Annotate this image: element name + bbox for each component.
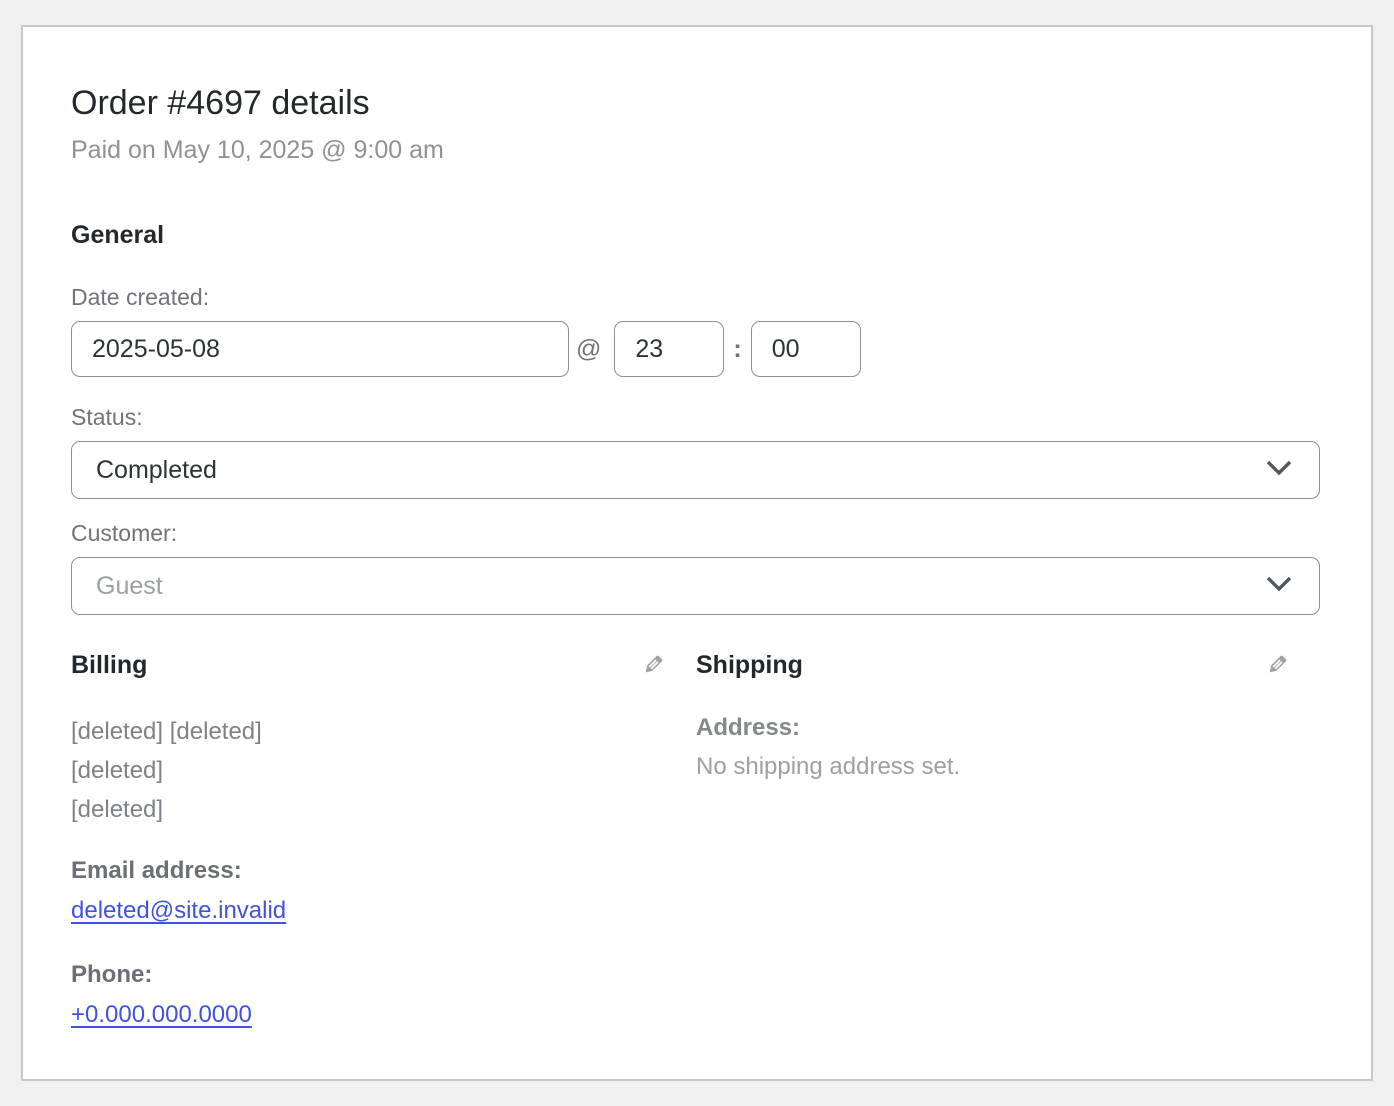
billing-edit-button[interactable] (639, 650, 669, 680)
customer-select-value: Guest (96, 572, 163, 601)
date-created-input[interactable] (71, 321, 569, 377)
date-created-label: Date created: (71, 283, 1323, 311)
minute-input[interactable] (751, 321, 861, 377)
billing-address-line: [deleted] [deleted] (71, 712, 669, 751)
general-section-heading: General (71, 220, 1323, 251)
shipping-edit-button[interactable] (1263, 650, 1293, 680)
colon-separator: : (733, 335, 741, 364)
status-select-value: Completed (96, 456, 217, 485)
page-title: Order #4697 details (71, 83, 1323, 124)
phone-label: Phone: (71, 961, 669, 989)
chevron-down-icon (1265, 575, 1293, 597)
shipping-address-label: Address: (696, 714, 1293, 742)
chevron-down-icon (1265, 459, 1293, 481)
billing-address: [deleted] [deleted] [deleted] [deleted] (71, 712, 669, 829)
order-details-panel: Order #4697 details Paid on May 10, 2025… (21, 25, 1373, 1081)
date-created-row: @ : (71, 321, 1323, 377)
status-label: Status: (71, 403, 1323, 431)
billing-address-line: [deleted] (71, 751, 669, 790)
billing-header: Billing (71, 649, 669, 681)
hour-input[interactable] (614, 321, 724, 377)
billing-column: Billing [deleted] [deleted] [deleted] [d… (71, 649, 669, 1029)
shipping-heading: Shipping (696, 649, 803, 681)
status-select[interactable]: Completed (71, 441, 1320, 499)
shipping-address-value: No shipping address set. (696, 753, 1293, 781)
customer-select[interactable]: Guest (71, 557, 1320, 615)
email-address-label: Email address: (71, 857, 669, 885)
email-link[interactable]: deleted@site.invalid (71, 897, 286, 925)
customer-label: Customer: (71, 519, 1323, 547)
paid-date-subtitle: Paid on May 10, 2025 @ 9:00 am (71, 134, 1323, 166)
billing-heading: Billing (71, 649, 147, 681)
order-details-content: Order #4697 details Paid on May 10, 2025… (23, 27, 1371, 1029)
shipping-column: Shipping Address: No shipping address se… (696, 649, 1293, 1029)
phone-link[interactable]: +0.000.000.0000 (71, 1001, 252, 1029)
pencil-icon (1266, 652, 1290, 679)
shipping-header: Shipping (696, 649, 1293, 681)
at-separator: @ (576, 335, 601, 364)
pencil-icon (642, 652, 666, 679)
billing-address-line: [deleted] (71, 790, 669, 829)
billing-shipping-columns: Billing [deleted] [deleted] [deleted] [d… (71, 649, 1323, 1029)
